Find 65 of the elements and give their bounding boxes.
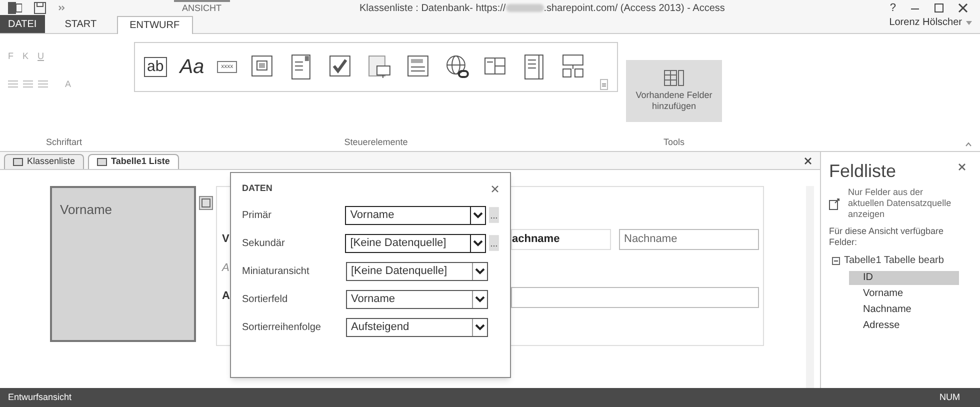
field-label: V xyxy=(222,232,230,247)
tile-label: Vorname xyxy=(60,202,112,217)
ribbon-tab[interactable]: ENTWURF xyxy=(116,16,193,34)
field-item[interactable]: ID xyxy=(849,271,959,285)
close-icon[interactable] xyxy=(491,184,499,193)
table-node[interactable]: Tabelle1 Tabelle bearb xyxy=(844,253,944,268)
field-item[interactable]: Adresse xyxy=(849,319,959,333)
status-indicator: NUM xyxy=(940,390,960,404)
document-tab[interactable]: Tabelle1 Liste xyxy=(88,154,179,169)
section-label: Für diese Ansicht verfügbare Felder: xyxy=(829,226,945,248)
field-grid-icon xyxy=(664,70,684,86)
close-icon[interactable] xyxy=(804,157,812,165)
add-existing-fields-button[interactable]: Vorhandene Felder hinzufügen xyxy=(626,60,722,122)
gallery-more-icon[interactable] xyxy=(600,79,608,90)
pane-title: Feldliste xyxy=(829,160,896,183)
tile-preview[interactable]: Vorname xyxy=(50,186,196,342)
text-box-control-icon[interactable]: ab xyxy=(144,57,167,77)
field-source-icon xyxy=(829,198,840,210)
form-icon xyxy=(97,158,108,166)
text-field[interactable]: Nachname xyxy=(619,229,759,250)
field-hint: A xyxy=(222,260,230,276)
window-title: .sharepoint.com/ (Access 2013) - Access xyxy=(544,2,725,16)
window-title: Klassenliste : Datenbank- https:// xyxy=(360,2,506,16)
document-tab[interactable]: Klassenliste xyxy=(4,154,84,169)
property-label: Miniaturansicht xyxy=(242,264,310,278)
ribbon-tab[interactable]: START xyxy=(52,15,109,33)
group-label: Steuerelemente xyxy=(344,136,408,148)
property-label: Sortierreihenfolge xyxy=(242,320,322,334)
field-item[interactable]: Vorname xyxy=(849,287,959,301)
close-icon[interactable] xyxy=(958,3,968,13)
show-current-fields-option[interactable]: Nur Felder aus der aktuellen Datensatzquelle anzeigen xyxy=(829,187,972,220)
collapse-toggle-icon[interactable] xyxy=(832,256,840,264)
caret-icon xyxy=(966,20,972,24)
redacted-mark xyxy=(506,4,544,12)
field-label: achname xyxy=(511,229,611,250)
save-icon[interactable] xyxy=(34,2,46,14)
group-label: Tools xyxy=(663,136,684,148)
app-logo-icon xyxy=(8,2,22,14)
dropdown-field[interactable]: Aufsteigend xyxy=(346,318,488,336)
group-label: Schriftart xyxy=(44,136,83,148)
dropdown-field[interactable]: [Keine Datenquelle] xyxy=(346,262,488,280)
help-button[interactable]: ? xyxy=(890,0,896,16)
maximize-icon[interactable] xyxy=(934,3,944,13)
property-label: Sortierfeld xyxy=(242,292,289,306)
close-icon[interactable] xyxy=(958,163,966,171)
field-label: A xyxy=(222,289,231,304)
scrollbar[interactable] xyxy=(806,186,814,388)
dropdown-field[interactable]: Vorname xyxy=(345,206,486,224)
form-icon xyxy=(13,158,23,166)
status-text: Entwurfsansicht xyxy=(8,390,72,404)
property-label: Primär xyxy=(242,208,272,222)
text-field[interactable] xyxy=(511,287,759,308)
image-monitor-icon[interactable] xyxy=(366,54,393,80)
dropdown-field[interactable]: Vorname xyxy=(346,290,488,308)
property-label: Sekundär xyxy=(242,236,286,250)
user-account-button[interactable]: Lorenz Hölscher xyxy=(889,15,972,30)
dropdown-field[interactable]: [Keine Datenquelle] xyxy=(345,234,486,252)
field-item[interactable]: Nachname xyxy=(849,303,959,317)
globe-link-icon[interactable] xyxy=(444,54,470,80)
popup-title: DATEN xyxy=(242,182,272,195)
more-chevron-icon[interactable] xyxy=(58,4,66,12)
file-tab[interactable]: DATEI xyxy=(0,15,45,33)
data-settings-icon[interactable] xyxy=(199,196,213,210)
collapse-ribbon-icon[interactable] xyxy=(965,142,972,147)
label-control-icon[interactable]: Aa xyxy=(180,57,204,77)
